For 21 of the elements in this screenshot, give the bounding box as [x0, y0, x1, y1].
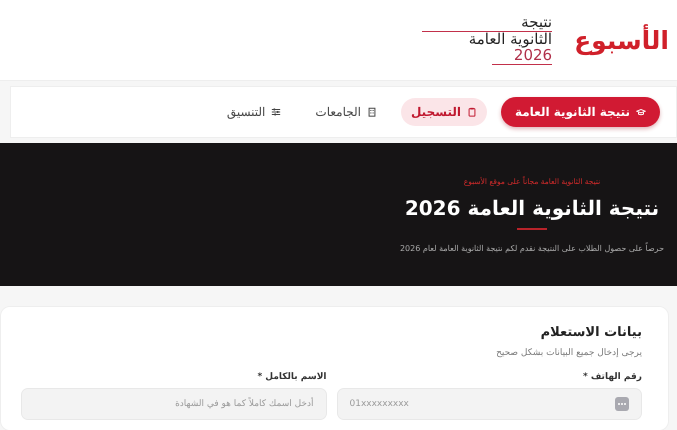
nav-item[interactable]: الجامعات	[305, 98, 387, 126]
sliders-icon	[271, 107, 282, 117]
hero-subtitle: حرصاً على حصول الطلاب على النتيجة نقدم لكم نتيجة الثانوية العامة لعام 2026	[400, 244, 664, 252]
graduation-cap-icon	[636, 107, 646, 117]
nav-item[interactable]: نتيجة الثانوية العامة	[500, 97, 660, 127]
nav-item[interactable]: التنسيق	[216, 98, 292, 126]
field-label: رقم الهاتف *	[582, 372, 642, 382]
field-label: الاسم بالكامل *	[256, 372, 326, 382]
form-hint: يرجى إدخال جميع البيانات بشكل صحيح	[495, 348, 642, 358]
clipboard-icon	[466, 107, 477, 117]
building-icon	[366, 107, 377, 117]
nav-item[interactable]: التسجيل	[400, 98, 487, 126]
header-title-line: نتيجة	[422, 15, 552, 32]
header-title-line: الثانوية العامة	[468, 32, 552, 48]
field-placeholder: 01xxxxxxxxx	[350, 399, 410, 409]
field-placeholder: أدخل اسمك كاملاً كما هو في الشهادة	[174, 399, 314, 409]
header-title-line: 2026	[492, 48, 552, 65]
hero-title: نتيجة الثانوية العامة 2026	[404, 196, 660, 220]
phone-icon	[615, 397, 629, 411]
site-logo[interactable]: الأسبوع	[574, 26, 669, 54]
form-title: بيانات الاستعلام	[540, 325, 642, 340]
